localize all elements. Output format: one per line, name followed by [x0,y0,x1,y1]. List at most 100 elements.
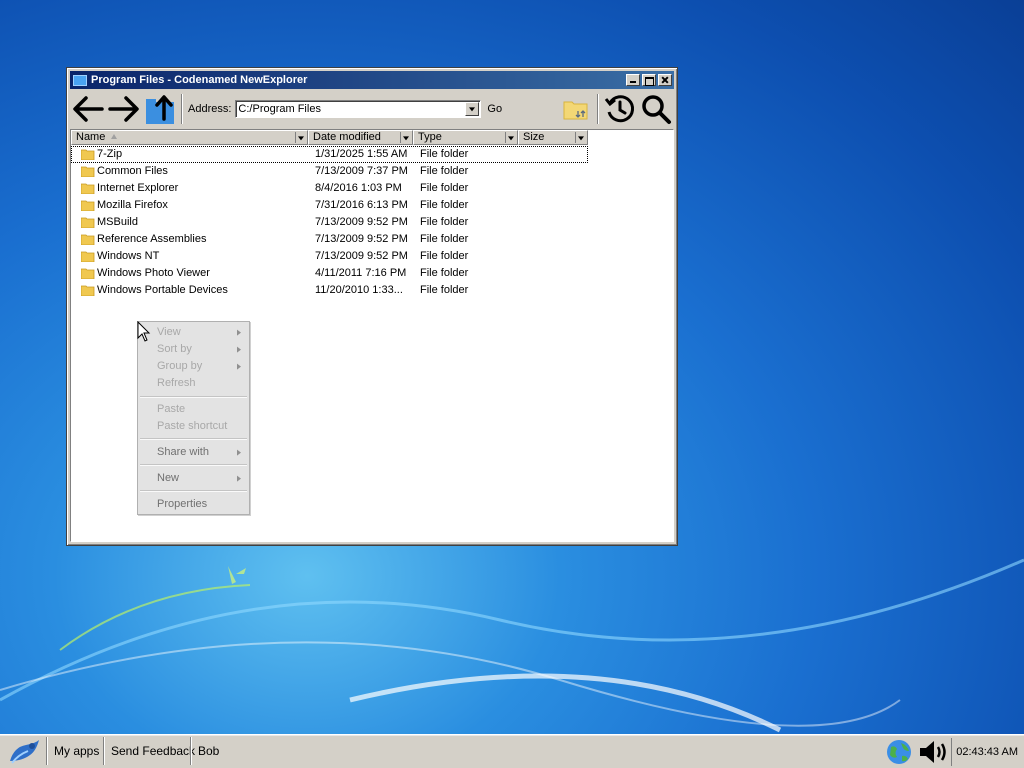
folder-icon [81,200,95,211]
maximize-button[interactable] [642,74,656,86]
menu-divider [140,438,247,440]
title-bar[interactable]: Program Files - Codenamed NewExplorer [70,71,674,89]
folder-sync-button[interactable] [558,92,594,126]
taskbar-button-user[interactable]: Bob [191,737,225,765]
column-header-date[interactable]: Date modified [308,130,413,145]
table-row[interactable]: Windows NT 7/13/2009 9:52 PM File folder [71,248,673,265]
folder-icon [81,285,95,296]
history-button[interactable] [602,92,638,126]
taskbar-button-send-feedback[interactable]: Send Feedback [104,737,201,765]
table-row[interactable]: MSBuild 7/13/2009 9:52 PM File folder [71,214,673,231]
folder-window-icon [73,74,87,86]
column-header-type[interactable]: Type [413,130,518,145]
table-row[interactable]: Common Files 7/13/2009 7:37 PM File fold… [71,163,673,180]
menu-item-properties[interactable]: Properties [139,496,248,513]
address-label: Address: [188,103,232,115]
row-type: File folder [420,165,469,177]
row-date: 11/20/2010 1:33... [315,284,403,296]
mouse-cursor-icon [137,321,151,342]
menu-item-paste[interactable]: Paste [139,401,248,418]
context-menu: View Sort by Group by Refresh Paste Past… [137,321,250,515]
row-date: 1/31/2025 1:55 AM [315,148,408,160]
column-dropdown-icon[interactable] [295,132,306,143]
row-date: 7/31/2016 6:13 PM [315,199,408,211]
table-row[interactable]: Windows Photo Viewer 4/11/2011 7:16 PM F… [71,265,673,282]
row-name: Reference Assemblies [97,233,207,245]
menu-item-paste-shortcut[interactable]: Paste shortcut [139,418,248,435]
search-button[interactable] [638,92,674,126]
row-name: Common Files [97,165,168,177]
folder-icon [81,183,95,194]
folder-icon [81,217,95,228]
folder-icon [81,234,95,245]
forward-button[interactable] [106,92,142,126]
submenu-arrow-icon [236,361,242,371]
back-button[interactable] [70,92,106,126]
table-row[interactable]: 7-Zip 1/31/2025 1:55 AM File folder [71,146,588,163]
window-title: Program Files - Codenamed NewExplorer [91,74,308,86]
table-row[interactable]: Windows Portable Devices 11/20/2010 1:33… [71,282,673,299]
network-globe-icon[interactable] [885,737,915,767]
row-date: 7/13/2009 9:52 PM [315,250,408,262]
menu-item-share-with[interactable]: Share with [139,444,248,461]
volume-icon[interactable] [917,737,951,767]
column-dropdown-icon[interactable] [400,132,411,143]
toolbar-separator [597,94,599,124]
row-type: File folder [420,233,469,245]
address-input[interactable] [236,101,465,117]
column-dropdown-icon[interactable] [575,132,586,143]
minimize-button[interactable] [626,74,640,86]
folder-icon [81,268,95,279]
close-button[interactable] [658,74,672,86]
row-date: 8/4/2016 1:03 PM [315,182,402,194]
menu-item-view[interactable]: View [139,324,248,341]
menu-item-group-by[interactable]: Group by [139,358,248,375]
table-row[interactable]: Reference Assemblies 7/13/2009 9:52 PM F… [71,231,673,248]
menu-item-sort-by[interactable]: Sort by [139,341,248,358]
menu-item-refresh[interactable]: Refresh [139,375,248,392]
row-name: Internet Explorer [97,182,179,194]
history-icon [604,95,635,123]
row-type: File folder [420,199,469,211]
row-name: MSBuild [97,216,138,228]
arrow-right-icon [108,96,139,122]
row-date: 7/13/2009 9:52 PM [315,216,408,228]
row-type: File folder [420,250,469,262]
folder-icon [81,166,95,177]
row-type: File folder [420,267,469,279]
up-folder-button[interactable] [142,92,178,126]
table-row[interactable]: Mozilla Firefox 7/31/2016 6:13 PM File f… [71,197,673,214]
row-name: Mozilla Firefox [97,199,168,211]
table-row[interactable]: Internet Explorer 8/4/2016 1:03 PM File … [71,180,673,197]
row-type: File folder [420,284,469,296]
folder-icon [81,149,95,160]
folder-icon [81,251,95,262]
taskbar-button-my-apps[interactable]: My apps [47,737,105,765]
row-type: File folder [420,148,469,160]
start-logo-icon [10,739,39,764]
arrow-left-icon [73,96,104,122]
folder-up-icon [146,95,174,124]
row-date: 7/13/2009 9:52 PM [315,233,408,245]
column-header-name[interactable]: Name [71,130,308,145]
menu-item-new[interactable]: New [139,470,248,487]
address-dropdown-button[interactable] [465,102,480,116]
system-tray: 02:43:43 AM [885,735,1024,768]
column-headers: Name Date modified Type Size [71,130,588,145]
go-button[interactable]: Go [487,103,502,115]
row-name: Windows NT [97,250,160,262]
row-type: File folder [420,216,469,228]
search-icon [642,95,671,124]
menu-divider [140,490,247,492]
menu-divider [140,396,247,398]
address-combobox[interactable] [235,100,482,118]
submenu-arrow-icon [236,447,242,457]
taskbar: My apps Send Feedback Bob 02:43:43 AM [0,734,1024,768]
start-button[interactable] [2,736,46,767]
menu-divider [140,464,247,466]
column-header-size[interactable]: Size [518,130,588,145]
column-dropdown-icon[interactable] [505,132,516,143]
row-name: Windows Photo Viewer [97,267,210,279]
clock[interactable]: 02:43:43 AM [951,737,1024,766]
toolbar: Address: Go [70,91,674,127]
